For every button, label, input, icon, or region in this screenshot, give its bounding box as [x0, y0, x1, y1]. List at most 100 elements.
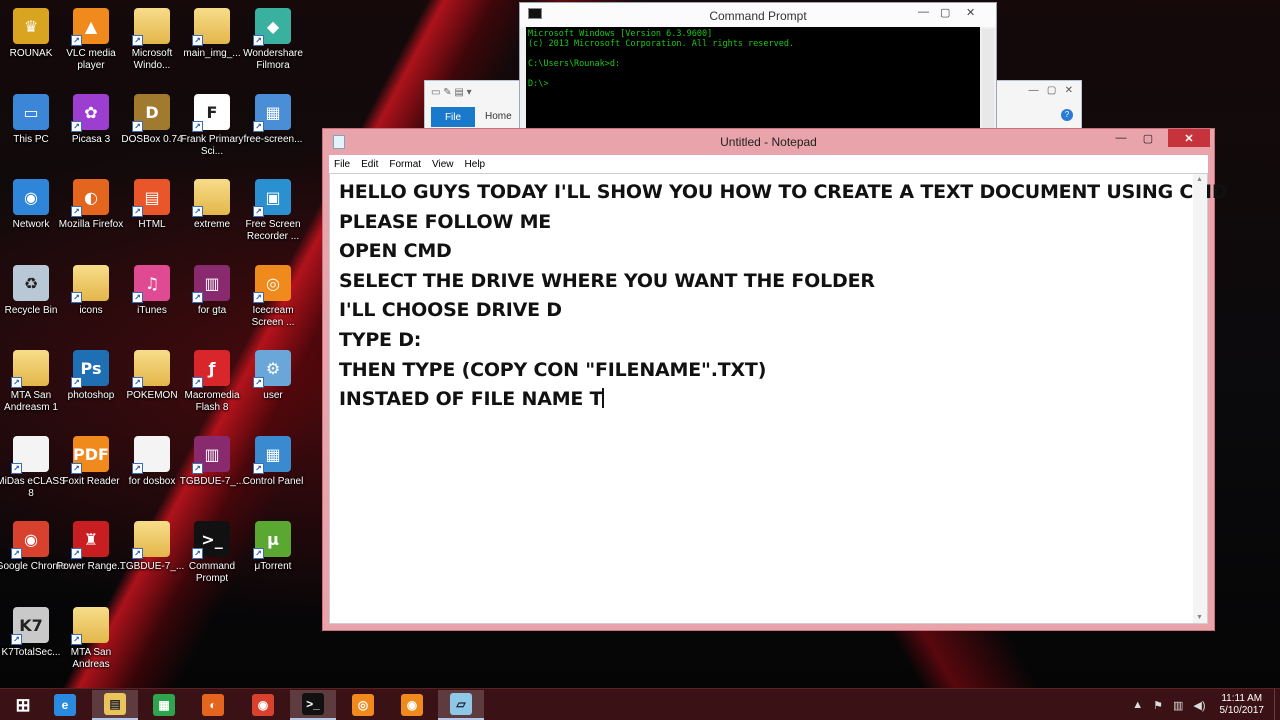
cmd-console-output[interactable]: Microsoft Windows [Version 6.3.9600] (c) … [526, 27, 980, 131]
show-desktop-button[interactable] [1274, 689, 1280, 720]
desktop-icon[interactable]: ◐ ↗ Mozilla Firefox [59, 175, 123, 257]
taskbar-file-explorer[interactable]: ▤ [92, 690, 138, 720]
menu-help[interactable]: Help [465, 159, 486, 170]
shortcut-arrow-icon: ↗ [192, 548, 203, 559]
desktop-icon[interactable]: ↗ main_img_... [181, 4, 243, 86]
desktop-icon[interactable]: ▦ ↗ Control Panel [242, 432, 304, 514]
notepad-titlebar[interactable]: Untitled - Notepad — ▢ ✕ [323, 129, 1214, 155]
desktop-icon[interactable]: μ ↗ μTorrent [242, 517, 304, 599]
shortcut-arrow-icon: ↗ [192, 35, 203, 46]
desktop-icon[interactable]: ▣ ↗ Free Screen Recorder ... [242, 175, 304, 257]
notepad-maximize-button[interactable]: ▢ [1135, 129, 1161, 147]
desktop-icon[interactable]: ⚙ ↗ user [242, 346, 304, 428]
desktop-icon[interactable]: ↗ for dosbox [121, 432, 183, 514]
command-prompt-window[interactable]: Command Prompt — ▢ ✕ Microsoft Windows [… [519, 2, 997, 132]
taskbar-ie[interactable]: e [42, 690, 88, 720]
winrar-icon: ▥ ↗ [192, 436, 230, 474]
desktop-icon[interactable]: ◎ ↗ Icecream Screen ... [242, 261, 304, 343]
desktop-icon[interactable]: ƒ ↗ Macromedia Flash 8 [181, 346, 243, 428]
frank-icon: F ↗ [192, 94, 230, 132]
k7-icon: K7 ↗ [11, 607, 49, 645]
desktop-icon[interactable]: ◆ ↗ Wondershare Filmora [242, 4, 304, 86]
power-rangers-icon: ♜ ↗ [71, 521, 109, 559]
desktop-icon[interactable]: ▥ ↗ for gta [181, 261, 243, 343]
shortcut-arrow-icon: ↗ [132, 548, 143, 559]
desktop-icon[interactable]: ↗ MTA San Andreas [60, 603, 122, 685]
notepad-line-text: PLEASE FOLLOW ME [339, 210, 552, 233]
action-center-flag-icon[interactable]: ⚑ [1153, 699, 1163, 712]
taskbar-chrome[interactable]: ◉ [240, 690, 286, 720]
taskbar-firefox[interactable]: ◐ [190, 690, 236, 720]
desktop-icon[interactable]: F ↗ Frank Primary Sci... [181, 90, 243, 172]
explorer-window-controls[interactable]: — ▢ ✕ [1029, 85, 1074, 96]
shortcut-arrow-icon: ↗ [71, 634, 82, 645]
cmd-maximize-button[interactable]: ▢ [940, 6, 950, 19]
windows-logo-icon: ⊞ [15, 694, 31, 715]
scroll-up-icon[interactable]: ▲ [1196, 176, 1203, 183]
volume-icon[interactable]: ◀) [1193, 699, 1205, 712]
notepad-text-area[interactable]: HELLO GUYS TODAY I'LL SHOW YOU HOW TO CR… [329, 173, 1228, 624]
show-hidden-icons-icon[interactable]: ▲ [1132, 699, 1143, 711]
desktop-icon[interactable]: K7 ↗ K7TotalSec... [0, 603, 62, 685]
desktop-icon[interactable]: ↗ Microsoft Windo... [121, 4, 183, 86]
cmd-minimize-button[interactable]: — [918, 6, 929, 18]
network-status-icon[interactable]: ▥ [1173, 699, 1183, 712]
taskbar-icecream-2[interactable]: ◉ [389, 690, 435, 720]
shortcut-arrow-icon: ↗ [192, 292, 203, 303]
notepad-close-button[interactable]: ✕ [1168, 129, 1210, 147]
start-button[interactable]: ⊞ [0, 690, 46, 720]
taskbar-clock[interactable]: 11:11 AM 5/10/2017 [1220, 693, 1265, 717]
desktop-icon[interactable]: Ps ↗ photoshop [60, 346, 122, 428]
explorer-home-tab[interactable]: Home [485, 111, 512, 122]
taskbar-store[interactable]: ▦ [141, 690, 187, 720]
desktop-icon[interactable]: ♫ ↗ iTunes [121, 261, 183, 343]
desktop-icon[interactable]: ↗ POKEMON [121, 346, 183, 428]
notepad-vertical-scrollbar[interactable]: ▲ ▼ [1193, 174, 1207, 623]
taskbar-cmd[interactable]: >_ [290, 690, 336, 720]
desktop-icon[interactable]: ▭ This PC [0, 90, 62, 172]
desktop-icon[interactable]: ▦ ↗ free-screen... [242, 90, 304, 172]
desktop-icon[interactable]: ▤ ↗ HTML [121, 175, 183, 257]
menu-edit[interactable]: Edit [361, 159, 378, 170]
desktop-icon[interactable]: ◉ ↗ Google Chrome [0, 517, 66, 599]
explorer-file-tab[interactable]: File [431, 107, 475, 127]
utorrent-icon: μ ↗ [253, 521, 291, 559]
menu-format[interactable]: Format [389, 159, 421, 170]
desktop-icon[interactable]: ▲ ↗ VLC media player [60, 4, 122, 86]
taskbar-icecream-1[interactable]: ◎ [340, 690, 386, 720]
desktop-icon[interactable]: ◉ Network [0, 175, 62, 257]
folder-icon: ↗ [71, 607, 109, 645]
desktop-icon[interactable]: ↗ icons [60, 261, 122, 343]
notepad-document-text[interactable]: HELLO GUYS TODAY I'LL SHOW YOU HOW TO CR… [339, 178, 1228, 415]
desktop-icon[interactable]: ↗ TGBDUE-7_... [120, 517, 184, 599]
shortcut-arrow-icon: ↗ [132, 121, 143, 132]
firefox-icon: ◐ [202, 694, 224, 716]
shortcut-arrow-icon: ↗ [132, 377, 143, 388]
scroll-down-icon[interactable]: ▼ [1196, 614, 1203, 621]
shortcut-arrow-icon: ↗ [71, 292, 82, 303]
taskbar-notepad[interactable]: ▱ [438, 690, 484, 720]
desktop-icon[interactable]: D ↗ DOSBox 0.74 [121, 90, 183, 172]
notepad-minimize-button[interactable]: — [1108, 129, 1134, 147]
desktop-icon[interactable]: ♛ ROUNAK [0, 4, 62, 86]
desktop-icon[interactable]: ↗ MiDas eCLASS 8 [0, 432, 66, 514]
menu-view[interactable]: View [432, 159, 454, 170]
desktop-icon[interactable]: ♜ ↗ Power Range... [57, 517, 125, 599]
desktop-icon[interactable]: PDF ↗ Foxit Reader [60, 432, 122, 514]
menu-file[interactable]: File [334, 159, 350, 170]
desktop-icon[interactable]: ♻ Recycle Bin [0, 261, 62, 343]
desktop-icon[interactable]: ▥ ↗ TGBDUE-7_... [180, 432, 244, 514]
desktop-icon[interactable]: ✿ ↗ Picasa 3 [60, 90, 122, 172]
shortcut-arrow-icon: ↗ [71, 206, 82, 217]
explorer-help-icon[interactable]: ? [1061, 109, 1073, 121]
cmd-titlebar[interactable]: Command Prompt — ▢ ✕ [520, 3, 996, 27]
cmd-scrollbar[interactable] [982, 29, 994, 131]
cmd-close-button[interactable]: ✕ [966, 6, 975, 19]
notepad-line-text: THEN TYPE (COPY CON "FILENAME".TXT) [339, 358, 767, 381]
notepad-window[interactable]: Untitled - Notepad — ▢ ✕ File Edit Format V… [322, 128, 1228, 631]
notepad-line-text: OPEN CMD [339, 240, 452, 263]
desktop-icon[interactable]: >_ ↗ Command Prompt [181, 517, 243, 599]
shortcut-arrow-icon: ↗ [11, 463, 22, 474]
desktop-icon[interactable]: ↗ MTA San Andreasm 1 [0, 346, 62, 428]
desktop-icon[interactable]: ↗ extreme [181, 175, 243, 257]
